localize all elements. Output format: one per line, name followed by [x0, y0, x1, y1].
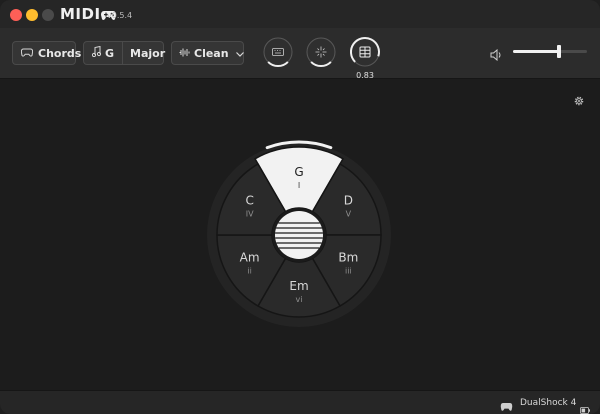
chord-label: D: [344, 194, 353, 208]
music-note-icon: [91, 45, 102, 60]
chords-mode-label: Chords: [38, 46, 82, 60]
chord-label: G: [294, 165, 303, 179]
speaker-icon: [490, 46, 503, 65]
controller-name: DualShock 4: [520, 398, 577, 408]
battery-icon: [580, 399, 590, 414]
chord-degree-label: ii: [247, 267, 251, 276]
chord-degree-label: vi: [296, 295, 303, 304]
chord-degree-label: I: [298, 181, 300, 190]
key-selector[interactable]: G Major: [83, 41, 166, 65]
key-scale-label: Major: [130, 46, 166, 60]
spread-knob[interactable]: [305, 36, 337, 68]
gamepad-status-icon: [500, 397, 513, 414]
main-area: G I D V Bm iii Em vi Am ii C IV: [0, 79, 600, 390]
center-hub[interactable]: [275, 211, 323, 259]
chevron-down-icon: [235, 47, 244, 60]
toolbar: Chords G Major Clean: [0, 28, 600, 79]
grid-icon: [359, 46, 371, 58]
chord-degree-label: iii: [345, 267, 352, 276]
status-bar: DualShock 4: [0, 390, 600, 414]
chord-label: Em: [289, 279, 308, 293]
volume-slider[interactable]: [513, 45, 587, 58]
waveform-icon: [179, 47, 190, 60]
title-bar: MIDI v0.5.4: [0, 0, 600, 28]
key-note-label: G: [105, 46, 115, 60]
sound-label: Clean: [194, 46, 229, 60]
chords-mode-button[interactable]: Chords: [12, 41, 81, 65]
zoom-window-button[interactable]: [42, 9, 54, 21]
chord-label: Am: [240, 251, 260, 265]
volume-slider-thumb[interactable]: [556, 45, 561, 58]
gamepad-icon: [20, 47, 34, 60]
sound-selector[interactable]: Clean: [171, 41, 244, 65]
chord-degree-label: IV: [246, 210, 254, 219]
app-version: v0.5.4: [107, 11, 133, 20]
close-window-button[interactable]: [10, 9, 22, 21]
strum-knob[interactable]: [349, 36, 381, 68]
chord-label: C: [245, 194, 253, 208]
chord-wheel: GI DV Bm iii Em vi Am ii C IV: [207, 140, 391, 327]
app-window: MIDI v0.5.4 Chords G Major Clean 0.83 G …: [0, 0, 600, 414]
sparkle-icon: [315, 46, 327, 58]
chord-degree-label: V: [346, 210, 352, 219]
chord-label: Bm: [338, 251, 358, 265]
key-divider: [122, 42, 123, 64]
volume-slider-fill: [513, 50, 559, 53]
keyboard-icon: [272, 48, 284, 56]
velocity-knob[interactable]: [262, 36, 294, 68]
app-title-text: MIDI: [60, 5, 101, 23]
minimize-window-button[interactable]: [26, 9, 38, 21]
